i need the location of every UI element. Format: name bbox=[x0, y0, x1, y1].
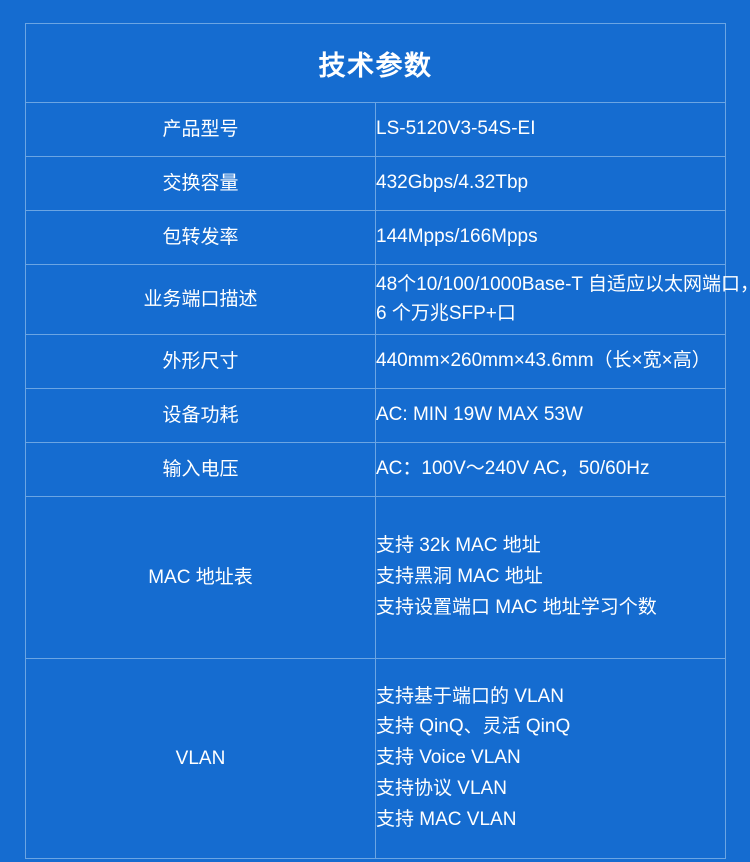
table-row: 产品型号 LS-5120V3-54S-EI bbox=[25, 102, 726, 157]
spec-sheet: 技术参数 产品型号 LS-5120V3-54S-EI 交换容量 432Gbps/4.3… bbox=[0, 0, 750, 862]
spec-value-line: 支持黑洞 MAC 地址 bbox=[376, 566, 543, 588]
table-row: MAC 地址表 支持 32k MAC 地址 支持黑洞 MAC 地址支持设置端口 MA… bbox=[25, 496, 726, 659]
spec-value: 440mm×260mm×43.6mm（长×宽×高） bbox=[375, 334, 726, 389]
spec-value-line: LS-5120V3-54S-EI bbox=[376, 118, 536, 140]
technical-specifications-table: 技术参数 产品型号 LS-5120V3-54S-EI 交换容量 432Gbps/4.3… bbox=[25, 23, 750, 859]
spec-value-line: 144Mpps/166Mpps bbox=[376, 226, 538, 248]
spec-value: 48个10/100/1000Base-T 自适应以太网端口， 6 个万兆SFP+口 bbox=[375, 264, 750, 335]
spec-label: MAC 地址表 bbox=[25, 496, 376, 659]
spec-value-line: 48个10/100/1000Base-T 自适应以太网端口， bbox=[376, 274, 750, 295]
spec-value: 144Mpps/166Mpps bbox=[375, 210, 726, 265]
spec-value-line: 6 个万兆SFP+口 bbox=[376, 302, 516, 324]
table-row: 业务端口描述 48个10/100/1000Base-T 自适应以太网端口， 6 个万… bbox=[25, 264, 750, 335]
table-row: 包转发率 144Mpps/166Mpps bbox=[25, 210, 726, 265]
spec-value-line: 支持 Voice VLAN bbox=[376, 747, 521, 769]
spec-value-line: 支持基于端口的 VLAN bbox=[376, 685, 564, 707]
table-row: 外形尺寸 440mm×260mm×43.6mm（长×宽×高） bbox=[25, 334, 726, 389]
spec-value: LS-5120V3-54S-EI bbox=[375, 102, 726, 157]
table-row: 输入电压 AC：100V～240V AC，50/60Hz bbox=[25, 442, 726, 497]
page-title: 技术参数 bbox=[25, 23, 726, 103]
spec-label: 设备功耗 bbox=[25, 388, 376, 443]
spec-value-line: 支持 32k MAC 地址 bbox=[376, 535, 541, 557]
spec-value-line: AC: MIN 19W MAX 53W bbox=[376, 404, 583, 426]
spec-label: 产品型号 bbox=[25, 102, 376, 157]
spec-value-line: 440mm×260mm×43.6mm（长×宽×高） bbox=[376, 350, 711, 372]
spec-value: AC：100V～240V AC，50/60Hz bbox=[375, 442, 726, 497]
spec-label: 包转发率 bbox=[25, 210, 376, 265]
spec-value: 432Gbps/4.32Tbp bbox=[375, 156, 726, 211]
table-body: 技术参数 产品型号 LS-5120V3-54S-EI 交换容量 432Gbps/4.3… bbox=[25, 23, 750, 859]
table-row: VLAN 支持基于端口的 VLAN 支持 QinQ、灵活 QinQ 支持 Voice … bbox=[25, 658, 726, 859]
spec-value-line: 支持设置端口 MAC 地址学习个数 bbox=[376, 596, 657, 618]
spec-label: 输入电压 bbox=[25, 442, 376, 497]
spec-label: 交换容量 bbox=[25, 156, 376, 211]
spec-value-line: AC：100V～240V AC，50/60Hz bbox=[376, 458, 650, 480]
spec-value: AC: MIN 19W MAX 53W bbox=[375, 388, 726, 443]
spec-value-line: 支持 QinQ、灵活 QinQ bbox=[376, 716, 571, 738]
table-row: 设备功耗 AC: MIN 19W MAX 53W bbox=[25, 388, 726, 443]
spec-label: 外形尺寸 bbox=[25, 334, 376, 389]
spec-value-line: 432Gbps/4.32Tbp bbox=[376, 172, 529, 194]
table-row: 交换容量 432Gbps/4.32Tbp bbox=[25, 156, 726, 211]
spec-value-line: 支持协议 VLAN bbox=[376, 777, 507, 799]
table-header-row: 技术参数 bbox=[25, 23, 726, 103]
spec-value: 支持基于端口的 VLAN 支持 QinQ、灵活 QinQ 支持 Voice VLAN… bbox=[375, 658, 726, 859]
spec-label: VLAN bbox=[25, 658, 376, 859]
spec-value: 支持 32k MAC 地址 支持黑洞 MAC 地址支持设置端口 MAC 地址学习个… bbox=[375, 496, 726, 659]
spec-label: 业务端口描述 bbox=[25, 264, 376, 335]
spec-value-line: 支持 MAC VLAN bbox=[376, 808, 517, 830]
